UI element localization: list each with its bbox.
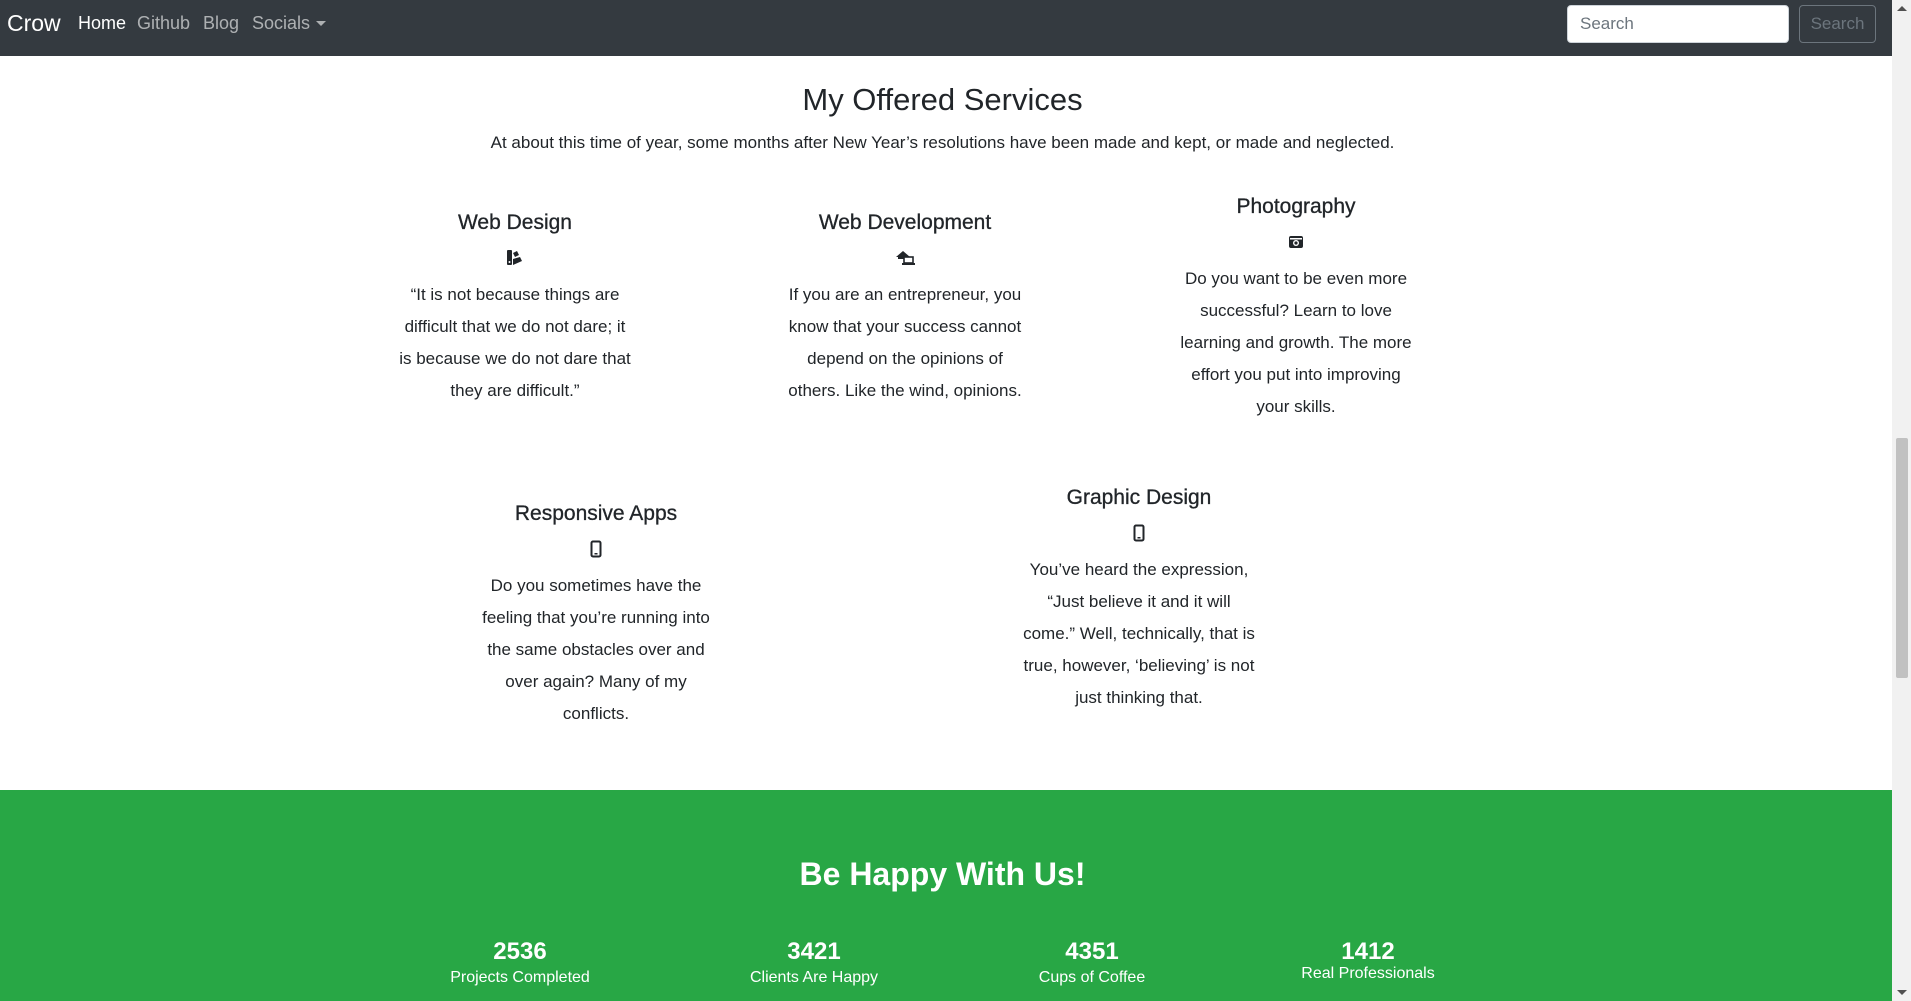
palette-icon: [385, 249, 645, 267]
nav-dropdown-socials[interactable]: Socials: [252, 13, 327, 33]
mobile-icon: [466, 540, 726, 558]
service-text: “It is not because things are difficult …: [399, 285, 631, 400]
page: Crow Home Github Blog Socials Search My …: [0, 0, 1911, 1001]
happy-section: Be Happy With Us! 2536 Projects Complete…: [0, 790, 1892, 1001]
service-text: If you are an entrepreneur, you know tha…: [788, 285, 1022, 400]
search-button[interactable]: Search: [1799, 5, 1876, 43]
nav-link-home[interactable]: Home: [78, 13, 126, 33]
stat-label: Clients Are Happy: [749, 969, 879, 986]
navbar: Crow Home Github Blog Socials Search: [0, 0, 1892, 56]
stat-number: 3421: [787, 938, 841, 965]
happy-title: Be Happy With Us!: [799, 856, 1086, 892]
services-subtitle: At about this time of year, some months …: [490, 133, 1395, 152]
stat-coffee: 4351 Cups of Coffee: [982, 937, 1202, 989]
camera-retro-icon: [1166, 233, 1426, 251]
service-title: Photography: [1236, 195, 1356, 218]
mobile-icon: [1009, 524, 1269, 542]
scroll-down-arrow-icon[interactable]: [1897, 990, 1907, 995]
stat-number: 1412: [1341, 938, 1395, 965]
stat-projects: 2536 Projects Completed: [410, 937, 630, 989]
scrollbar-thumb[interactable]: [1896, 438, 1908, 678]
stat-number: 4351: [1065, 938, 1119, 965]
nav-link-github[interactable]: Github: [137, 13, 190, 33]
brand-link[interactable]: Crow: [7, 10, 61, 36]
service-responsive-apps: Responsive Apps Do you sometimes have th…: [466, 500, 726, 730]
service-text: You’ve heard the expression, “Just belie…: [1023, 560, 1255, 707]
service-web-development: Web Development If you are an entreprene…: [775, 209, 1035, 407]
service-title: Web Development: [818, 211, 992, 234]
nav-link-blog[interactable]: Blog: [203, 13, 239, 33]
stat-number: 2536: [493, 938, 547, 965]
service-graphic-design: Graphic Design You’ve heard the expressi…: [1009, 484, 1269, 714]
service-text: Do you want to be even more successful? …: [1180, 269, 1412, 416]
stat-label: Cups of Coffee: [1038, 969, 1146, 986]
service-text: Do you sometimes have the feeling that y…: [482, 576, 710, 723]
service-web-design: Web Design “It is not because things are…: [385, 209, 645, 407]
scroll-up-arrow-icon[interactable]: [1897, 6, 1907, 11]
stat-professionals: 1412 Real Professionals: [1258, 937, 1478, 982]
stat-label: Real Professionals: [1301, 965, 1435, 982]
services-title: My Offered Services: [802, 82, 1083, 117]
search-input[interactable]: [1567, 5, 1789, 43]
service-title: Graphic Design: [1066, 486, 1212, 509]
stat-label: Projects Completed: [450, 969, 590, 986]
service-title: Responsive Apps: [514, 502, 678, 525]
stat-clients: 3421 Clients Are Happy: [704, 937, 924, 989]
page-scrollbar[interactable]: [1892, 0, 1911, 1001]
nav-dropdown-socials-label: Socials: [252, 13, 311, 33]
service-photography: Photography Do you want to be even more …: [1166, 193, 1426, 423]
laptop-house-icon: [775, 249, 1035, 267]
service-title: Web Design: [457, 211, 572, 234]
caret-down-icon: [316, 21, 327, 26]
